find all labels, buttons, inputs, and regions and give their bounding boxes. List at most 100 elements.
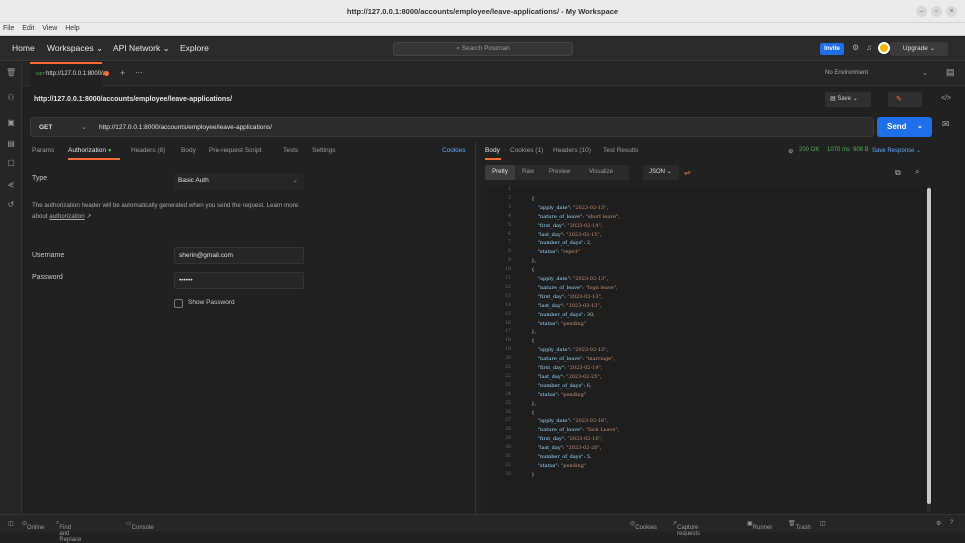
method-badge: GET bbox=[36, 71, 46, 76]
wrap-lines-icon[interactable]: ⇌ bbox=[684, 168, 691, 177]
scrollbar-thumb[interactable] bbox=[927, 188, 931, 504]
collections-icon[interactable]: ⚇ bbox=[6, 93, 16, 103]
capture-requests-button[interactable]: ↗ Capture requests bbox=[672, 520, 700, 537]
username-input[interactable]: sherin@gmail.com bbox=[174, 247, 304, 264]
environment-quick-look-icon[interactable]: ▤ bbox=[946, 67, 955, 78]
password-input[interactable]: •••••• bbox=[174, 272, 304, 289]
menu-edit[interactable]: Edit bbox=[19, 23, 37, 34]
code-line: "nature_of_leave": "short leave", bbox=[537, 213, 620, 220]
mock-servers-icon[interactable]: ▢ bbox=[6, 158, 16, 168]
tab-pre-request-script[interactable]: Pre-request Script bbox=[209, 147, 261, 154]
auth-learn-more-link[interactable]: authorization bbox=[49, 213, 84, 220]
nav-home[interactable]: Home bbox=[12, 43, 35, 53]
nav-explore[interactable]: Explore bbox=[180, 43, 209, 53]
cookies-link[interactable]: Cookies bbox=[442, 147, 465, 154]
show-password-label: Show Password bbox=[188, 299, 235, 306]
chevron-down-icon[interactable]: ⌄ bbox=[922, 69, 928, 77]
trash-button[interactable]: 🗑 Trash bbox=[788, 520, 811, 531]
comment-icon[interactable]: ✉ bbox=[942, 119, 950, 130]
line-number: 33 bbox=[505, 471, 511, 477]
tab-tests[interactable]: Tests bbox=[283, 147, 298, 154]
resp-tab-body[interactable]: Body bbox=[485, 147, 500, 154]
format-select[interactable]: JSON ⌄ bbox=[643, 165, 679, 180]
view-preview[interactable]: Preview bbox=[549, 169, 570, 175]
add-tab-icon[interactable]: + bbox=[120, 68, 125, 78]
sidebar-toggle-icon[interactable]: ◫ bbox=[8, 520, 14, 527]
help-icon[interactable]: ? bbox=[950, 520, 953, 526]
resp-tab-test-results[interactable]: Test Results bbox=[603, 147, 638, 154]
menu-help[interactable]: Help bbox=[62, 23, 82, 34]
tab-settings[interactable]: Settings bbox=[312, 147, 336, 154]
url-input[interactable]: GET ⌄ http://127.0.0.1:8000/accounts/emp… bbox=[30, 117, 874, 137]
menu-view[interactable]: View bbox=[39, 23, 60, 34]
response-size: 908 B bbox=[853, 147, 869, 153]
view-raw[interactable]: Raw bbox=[522, 169, 534, 175]
resp-tab-headers[interactable]: Headers (10) bbox=[553, 147, 591, 154]
code-line: "number_of_days": 6, bbox=[537, 382, 592, 389]
resp-tab-cookies[interactable]: Cookies (1) bbox=[510, 147, 543, 154]
tab-authorization-label: Authorization bbox=[68, 147, 106, 154]
scrollbar[interactable] bbox=[927, 186, 931, 512]
line-number: 21 bbox=[505, 365, 511, 370]
copy-icon[interactable]: ⧉ bbox=[895, 168, 901, 178]
line-number: 22 bbox=[505, 373, 511, 379]
maximize-icon[interactable]: ▫ bbox=[931, 6, 942, 17]
code-line: "apply_date": "2023-02-13", bbox=[537, 204, 609, 211]
line-number: 9 bbox=[508, 258, 511, 264]
runner-button[interactable]: ▣ Runner bbox=[747, 520, 772, 531]
line-number: 17 bbox=[505, 329, 511, 335]
runner-label: Runner bbox=[752, 525, 773, 531]
avatar[interactable] bbox=[878, 42, 890, 54]
invite-button[interactable]: Invite bbox=[820, 43, 844, 55]
close-icon[interactable]: × bbox=[946, 6, 957, 17]
code-line: "first_day": "2023-02-19", bbox=[537, 365, 603, 371]
method-select[interactable]: GET bbox=[39, 124, 52, 131]
save-icon: ▤ bbox=[830, 96, 836, 102]
minimize-icon[interactable]: – bbox=[916, 6, 927, 17]
view-pretty[interactable]: Pretty bbox=[485, 165, 515, 180]
environment-select[interactable]: No Environment bbox=[825, 70, 868, 76]
view-visualize[interactable]: Visualize bbox=[589, 169, 613, 175]
top-nav: Home Workspaces ⌄ API Network ⌄ Explore … bbox=[0, 37, 965, 61]
code-line: "number_of_days": 5, bbox=[537, 454, 592, 460]
search-input[interactable]: ⌕ Search Postman bbox=[393, 42, 573, 56]
tab-authorization[interactable]: Authorization ● bbox=[68, 147, 112, 154]
line-number: 6 bbox=[508, 231, 511, 237]
flows-icon[interactable]: ⋞ bbox=[6, 180, 16, 190]
apis-icon[interactable]: ▣ bbox=[6, 118, 16, 128]
save-button[interactable]: ▤ Save ⌄ bbox=[825, 92, 871, 107]
menu-file[interactable]: File bbox=[0, 23, 17, 34]
two-pane-icon[interactable]: ◫ bbox=[820, 520, 826, 527]
tab-body[interactable]: Body bbox=[181, 147, 196, 154]
more-icon[interactable]: ⋯ bbox=[135, 68, 143, 77]
trash-icon[interactable]: 🗑 bbox=[6, 68, 16, 78]
code-icon[interactable]: </> bbox=[941, 95, 951, 102]
tab-params[interactable]: Params bbox=[32, 147, 54, 154]
line-number: 16 bbox=[505, 320, 511, 326]
edit-icon[interactable]: ✎ bbox=[888, 92, 922, 107]
history-icon[interactable]: ↺ bbox=[6, 200, 16, 210]
upgrade-button[interactable]: Upgrade ⌄ bbox=[890, 42, 948, 56]
console-button[interactable]: ▭ Console bbox=[126, 520, 154, 531]
chevron-down-icon: ⌄ bbox=[95, 43, 104, 53]
bell-icon[interactable]: ♫ bbox=[866, 43, 872, 52]
auth-type-value: Basic Auth bbox=[178, 177, 209, 184]
search-icon[interactable]: ⌕ bbox=[915, 167, 919, 177]
online-status[interactable]: ⊙ Online bbox=[22, 520, 44, 531]
cookies-button[interactable]: ◎ Cookies bbox=[630, 520, 657, 531]
nav-workspaces[interactable]: Workspaces ⌄ bbox=[47, 43, 103, 54]
save-response-button[interactable]: Save Response ⌄ bbox=[872, 147, 921, 154]
tab-headers[interactable]: Headers (8) bbox=[131, 147, 165, 154]
auth-type-select[interactable]: Basic Auth ⌄ bbox=[174, 173, 304, 190]
line-number: 23 bbox=[505, 382, 511, 388]
nav-api-network[interactable]: API Network ⌄ bbox=[113, 43, 170, 54]
request-tab[interactable]: GET http://127.0.0.1:8000/a bbox=[30, 62, 109, 86]
show-password-checkbox[interactable] bbox=[174, 299, 183, 308]
settings-icon[interactable]: ⚙ bbox=[936, 520, 941, 527]
send-button[interactable]: Send ⌄ bbox=[877, 117, 932, 137]
environments-icon[interactable]: ▤ bbox=[6, 139, 16, 149]
code-line: "first_day": "2023-02-16", bbox=[537, 436, 603, 443]
settings-icon[interactable]: ⚙ bbox=[852, 43, 859, 52]
request-title[interactable]: http://127.0.0.1:8000/accounts/employee/… bbox=[34, 96, 232, 103]
find-replace-button[interactable]: ⌕ Find and Replace bbox=[56, 520, 81, 543]
